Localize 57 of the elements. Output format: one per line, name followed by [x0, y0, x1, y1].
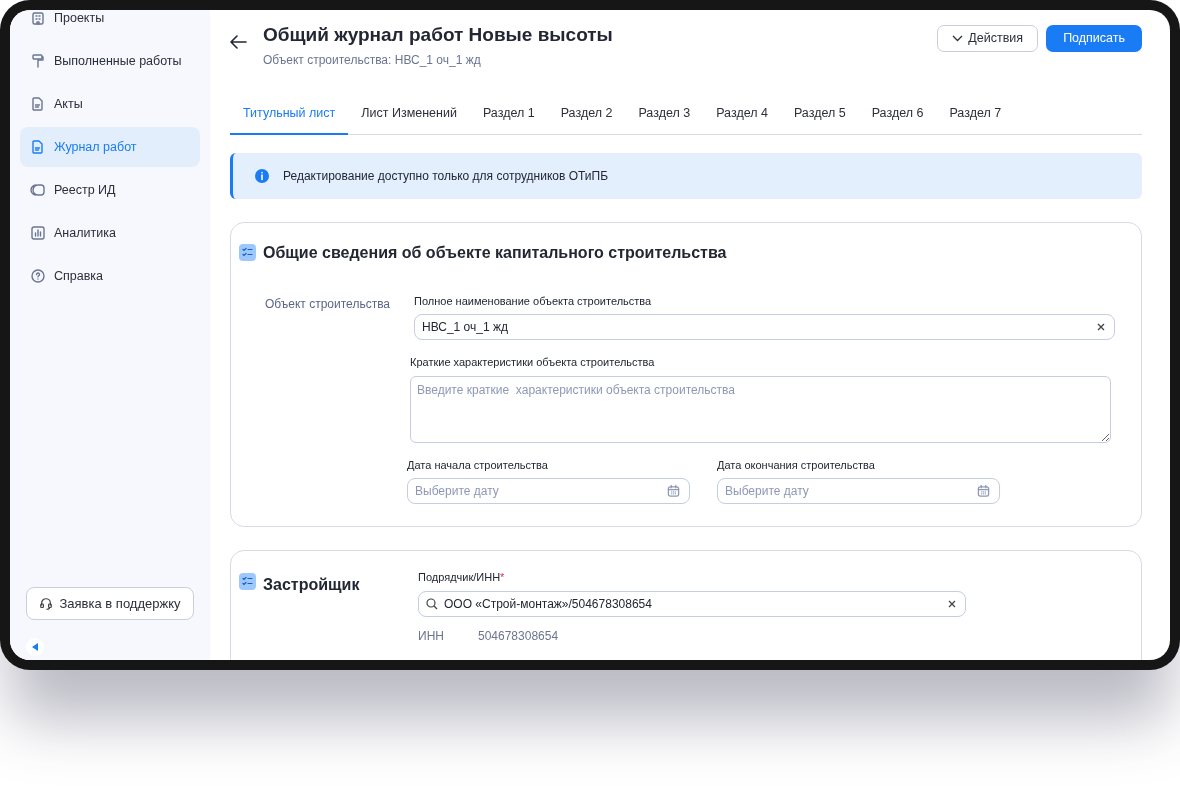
text-field[interactable]: НВС_1 оч_1 жд [414, 314, 1115, 341]
field-label: Полное наименование объекта строительства [414, 293, 653, 309]
back-arrow-icon [230, 34, 247, 49]
tab[interactable]: Раздел 2 [547, 96, 626, 135]
layers-icon [30, 182, 46, 198]
field-label: Дата начала строительства [407, 457, 549, 473]
date-field[interactable]: Выберите дату [407, 478, 690, 505]
tab[interactable]: Лист Изменений [348, 96, 470, 135]
headset-icon [39, 596, 54, 611]
tab[interactable]: Раздел 1 [469, 96, 548, 135]
tab[interactable]: Раздел 5 [780, 96, 859, 135]
actions-button[interactable]: Действия [937, 25, 1039, 52]
sidebar-item[interactable]: Выполненные работы [20, 41, 200, 81]
paint-roller-icon [30, 53, 46, 69]
sidebar-item[interactable]: Акты [20, 84, 200, 124]
document-icon [30, 139, 46, 155]
checklist-icon [239, 244, 256, 262]
info-icon [255, 168, 269, 183]
field-label: Подрядчик/ИНН* [418, 570, 506, 586]
alert-text: Редактирование доступно только для сотрудников ОТиПБ [283, 167, 609, 185]
detail-label: ИНН [418, 627, 445, 645]
chart-icon [30, 225, 46, 241]
chevron-down-icon [952, 35, 964, 42]
help-icon [30, 268, 46, 284]
sign-button[interactable]: Подписать [1046, 25, 1142, 52]
clear-icon [1097, 323, 1105, 332]
sidebar-item[interactable]: Аналитика [20, 213, 200, 253]
textarea-field[interactable]: Введите краткие характеристики объекта строительства [410, 375, 1111, 443]
search-icon [426, 597, 438, 610]
page-title: Общий журнал работ Новые высоты [263, 24, 613, 47]
sidebar-item[interactable]: Реестр ИД [20, 170, 200, 210]
detail-value: 504678308654 [478, 627, 559, 645]
checklist-icon [239, 573, 256, 591]
page-subtitle: Объект строительства: НВС_1 оч_1 жд [263, 51, 482, 69]
building-icon [30, 10, 46, 26]
calendar-icon [667, 484, 680, 498]
sidebar-item[interactable]: Проекты [20, 10, 200, 38]
section-title: Общие сведения об объекте капитального строительства [263, 242, 727, 263]
tab[interactable]: Раздел 4 [703, 96, 781, 135]
tab[interactable]: Раздел 6 [858, 96, 937, 135]
sidebar-item[interactable]: Журнал работ [20, 127, 200, 167]
caret-left-icon [32, 643, 38, 651]
section-title: Застройщик [263, 575, 360, 596]
tab[interactable]: Раздел 3 [625, 96, 704, 135]
field-label: Краткие характеристики объекта строительства [410, 355, 656, 371]
search-field[interactable]: ООО «Строй-монтаж»/504678308654 [418, 590, 966, 617]
calendar-icon [977, 484, 990, 498]
clear-icon [948, 599, 956, 608]
document-icon [30, 96, 46, 112]
tab[interactable]: Раздел 7 [936, 96, 1015, 135]
row-label: Объект строительства [264, 295, 392, 313]
date-field[interactable]: Выберите дату [717, 478, 1000, 505]
support-button[interactable]: Заявка в поддержку [26, 587, 194, 620]
sidebar-item[interactable]: Справка [20, 256, 200, 296]
tab[interactable]: Титульный лист [230, 96, 349, 135]
field-label: Дата окончания строительства [717, 457, 876, 473]
collapse-button[interactable] [26, 638, 44, 656]
